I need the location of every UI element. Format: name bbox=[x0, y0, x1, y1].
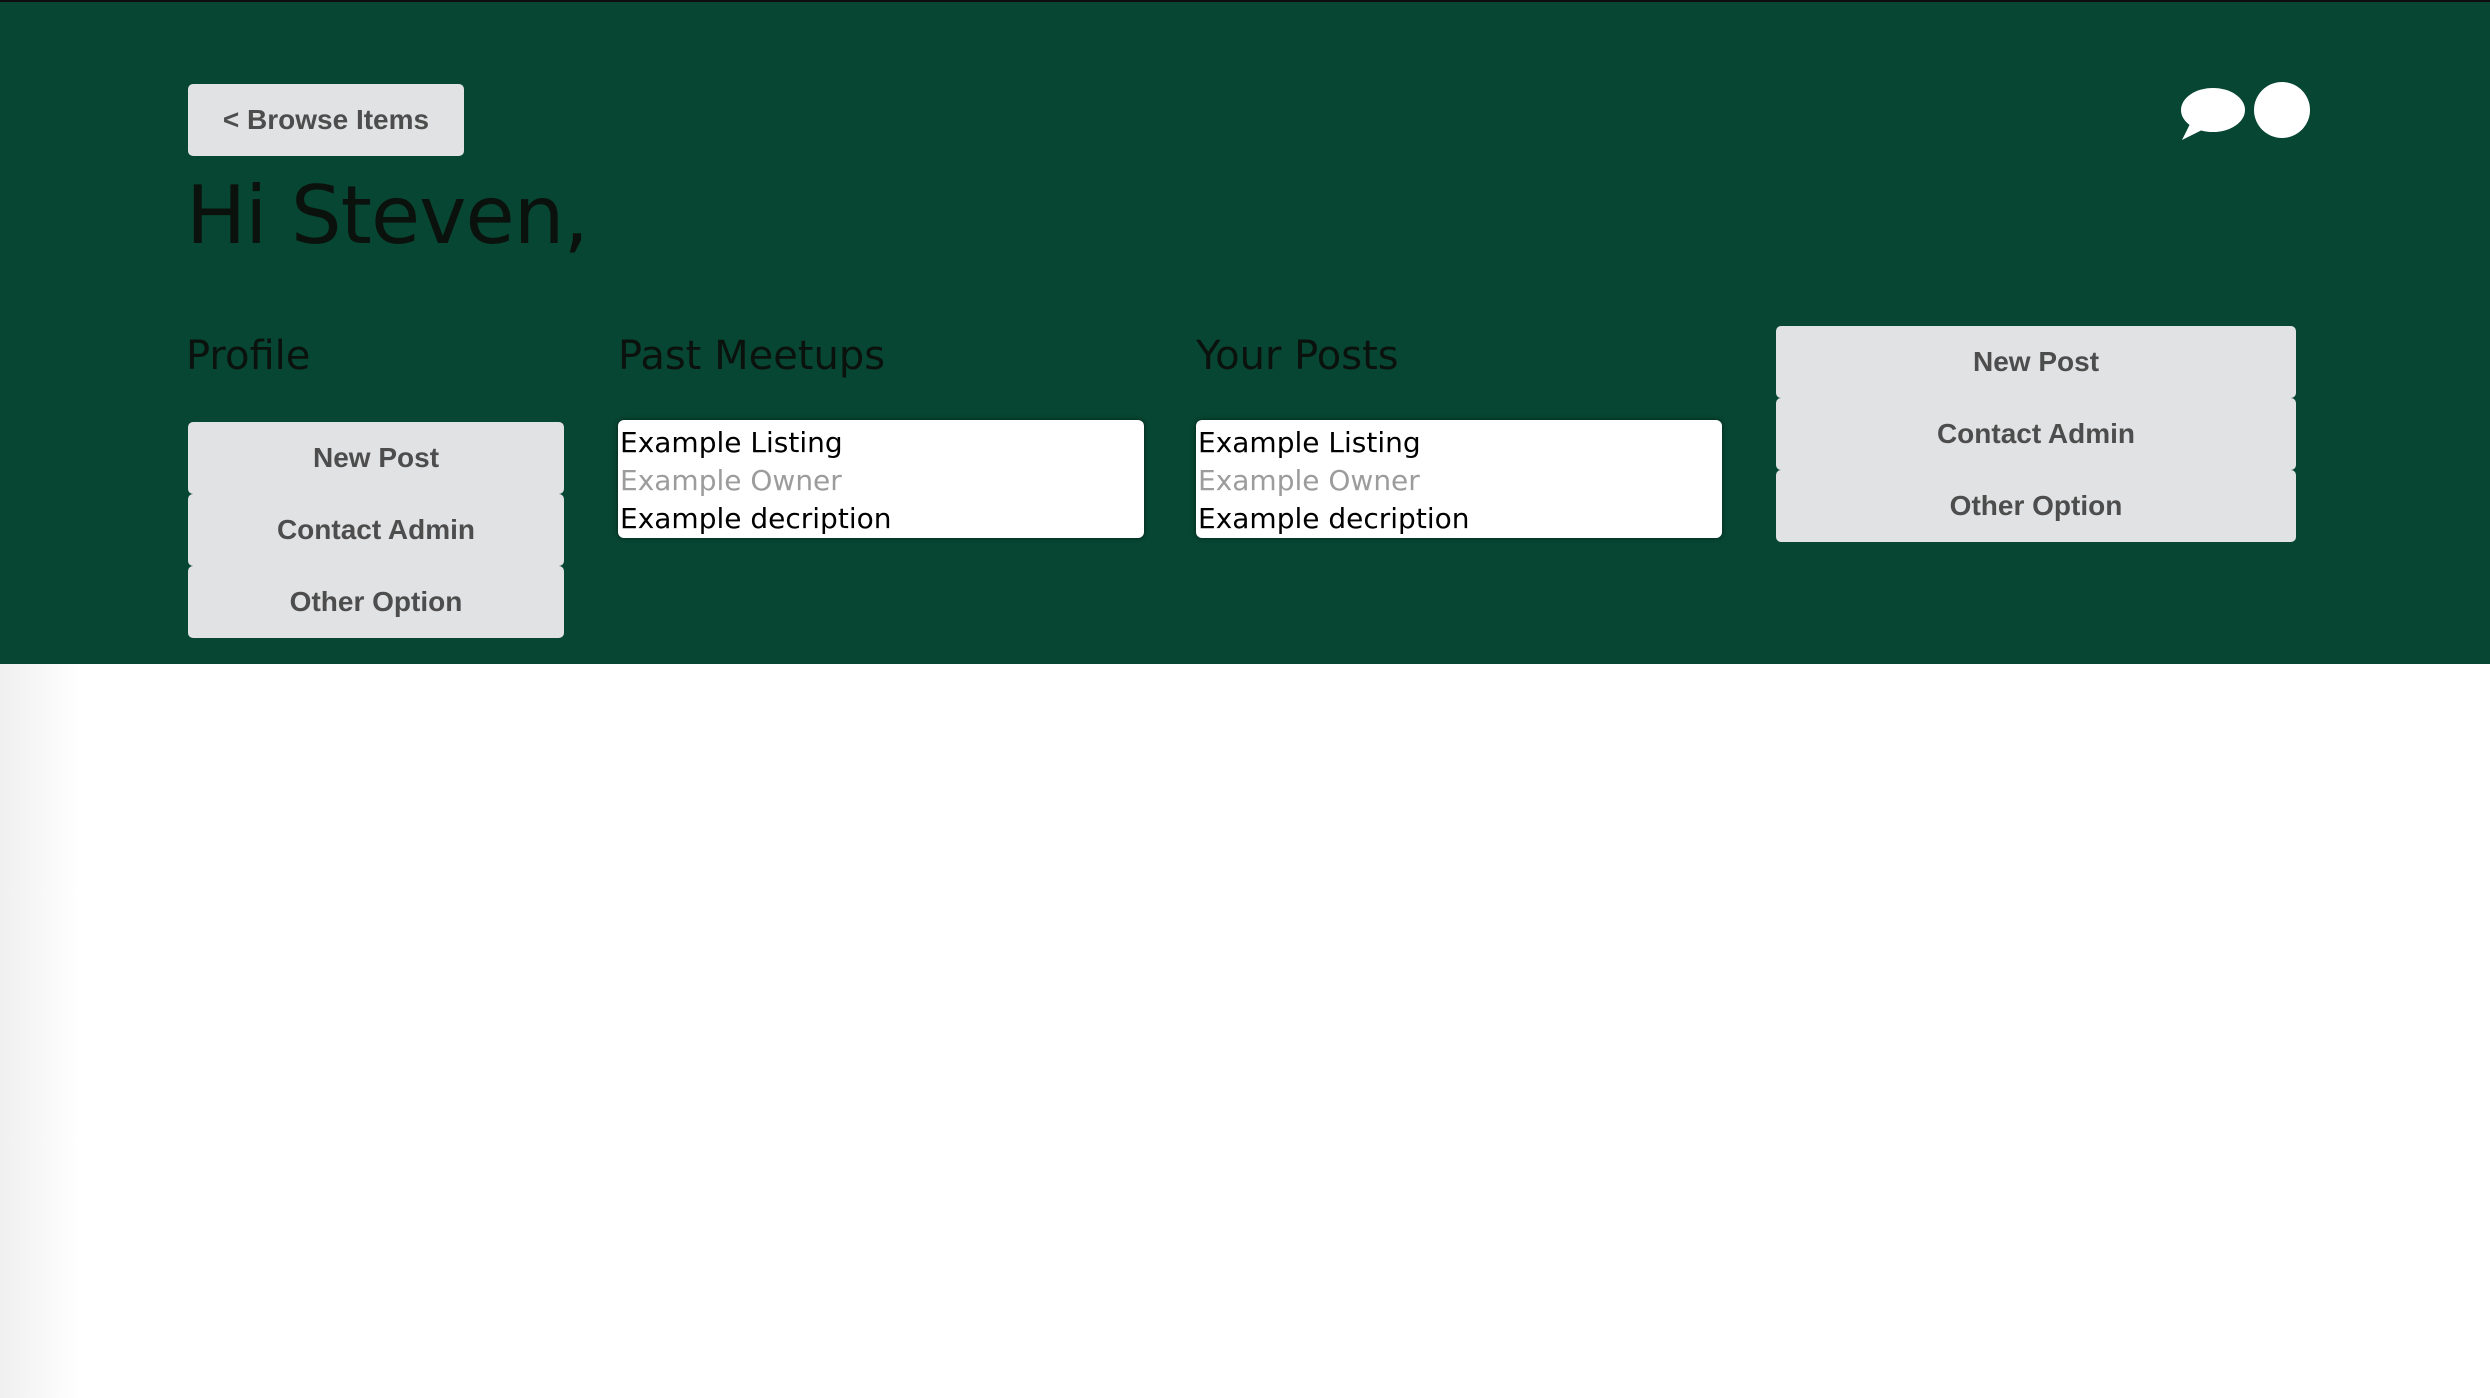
listing-owner: Example Owner bbox=[1198, 464, 1420, 497]
chat-bubble-icon[interactable] bbox=[2178, 86, 2246, 142]
listing-title: Example Listing bbox=[1198, 426, 1421, 459]
profile-contact-admin-button[interactable]: Contact Admin bbox=[188, 494, 564, 566]
listing-owner: Example Owner bbox=[620, 464, 842, 497]
meetup-listing-card[interactable]: Example Listing Example Owner Example de… bbox=[618, 420, 1144, 538]
past-meetups-heading: Past Meetups bbox=[618, 333, 886, 379]
browse-items-button[interactable]: < Browse Items bbox=[188, 84, 464, 156]
listing-title: Example Listing bbox=[620, 426, 843, 459]
side-other-option-button[interactable]: Other Option bbox=[1776, 470, 2296, 542]
listing-description: Example decription bbox=[1198, 502, 1470, 535]
user-avatar-icon[interactable] bbox=[2254, 82, 2310, 138]
profile-other-option-button[interactable]: Other Option bbox=[188, 566, 564, 638]
greeting-title: Hi Steven, bbox=[186, 169, 589, 262]
page: < Browse Items Hi Steven, Profile Past M… bbox=[0, 0, 2490, 1398]
profile-new-post-button[interactable]: New Post bbox=[188, 422, 564, 494]
side-contact-admin-button[interactable]: Contact Admin bbox=[1776, 398, 2296, 470]
header-banner: < Browse Items Hi Steven, Profile Past M… bbox=[0, 0, 2490, 664]
listing-description: Example decription bbox=[620, 502, 892, 535]
your-posts-heading: Your Posts bbox=[1196, 333, 1399, 379]
left-shade bbox=[0, 664, 80, 1398]
post-listing-card[interactable]: Example Listing Example Owner Example de… bbox=[1196, 420, 1722, 538]
header-icons bbox=[2178, 82, 2312, 140]
side-new-post-button[interactable]: New Post bbox=[1776, 326, 2296, 398]
profile-heading: Profile bbox=[186, 333, 311, 379]
